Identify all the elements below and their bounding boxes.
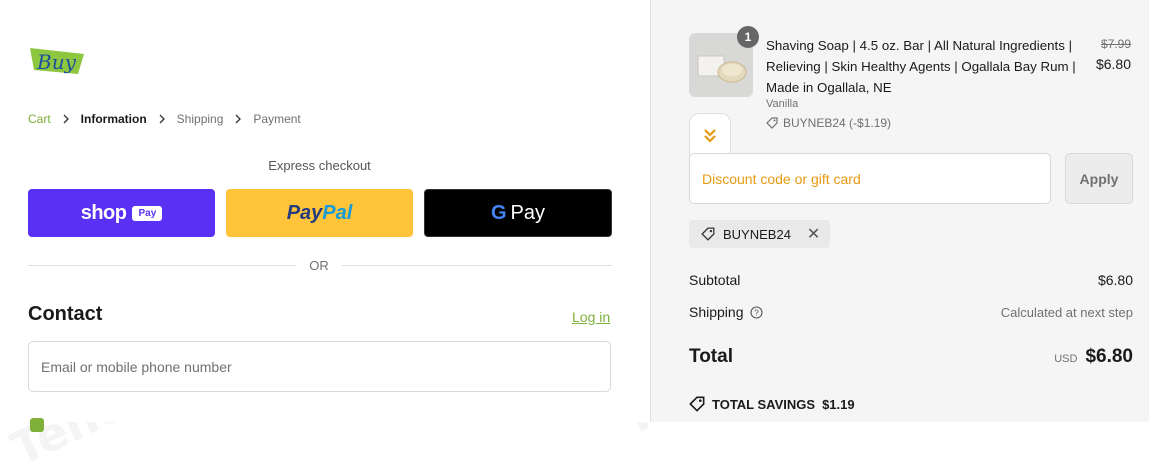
breadcrumb-shipping: Shipping — [176, 112, 224, 126]
double-chevron-down-icon — [704, 128, 716, 143]
shipping-label: Shipping — [689, 304, 744, 320]
google-pay-text: Pay — [510, 201, 546, 224]
paypal-logo-part2: Pal — [322, 201, 353, 224]
product-discount: BUYNEB24 (-$1.19) — [766, 116, 891, 130]
chevron-right-icon — [235, 114, 242, 124]
chevron-right-icon — [159, 114, 165, 124]
remove-discount-icon[interactable]: ✕ — [807, 224, 820, 244]
collapse-toggle[interactable] — [689, 113, 731, 157]
login-link[interactable]: Log in — [572, 309, 610, 325]
total-savings-label: TOTAL SAVINGS — [712, 396, 816, 412]
breadcrumb: Cart Information Shipping Payment — [28, 112, 301, 126]
total-savings: TOTAL SAVINGS $1.19 — [689, 396, 855, 412]
express-checkout-label: Express checkout — [268, 158, 371, 173]
subtotal-value: $6.80 — [1097, 272, 1133, 288]
total-currency: USD — [1054, 353, 1078, 365]
product-variant: Vanilla — [766, 98, 799, 110]
breadcrumb-cart[interactable]: Cart — [28, 112, 51, 126]
breadcrumb-payment: Payment — [253, 112, 301, 126]
help-icon[interactable]: ? — [749, 305, 763, 319]
tag-icon — [689, 396, 705, 412]
svg-text:?: ? — [754, 308, 759, 317]
order-summary: 1 Shaving Soap | 4.5 oz. Bar | All Natur… — [650, 0, 1149, 422]
google-g-icon: G — [490, 201, 507, 224]
shipping-label-wrap: Shipping ? — [689, 304, 763, 320]
email-field[interactable] — [28, 341, 611, 392]
quantity-badge: 1 — [737, 26, 759, 48]
discount-code-field[interactable] — [689, 153, 1051, 204]
total-value-wrap: USD $6.80 — [1054, 346, 1133, 368]
marketing-checkbox[interactable] — [30, 418, 44, 432]
breadcrumb-information: Information — [80, 112, 147, 126]
checkout-main: Buy Cart Information Shipping Payment Ex… — [0, 0, 650, 432]
shop-pay-button[interactable]: shop Pay — [28, 189, 215, 237]
shipping-row: Shipping ? Calculated at next step — [689, 304, 1133, 320]
total-label: Total — [689, 346, 733, 367]
tag-icon — [701, 227, 715, 241]
contact-heading: Contact — [28, 303, 103, 325]
price-discounted: $6.80 — [1095, 56, 1131, 72]
product-title: Shaving Soap | 4.5 oz. Bar | All Natural… — [766, 38, 1076, 95]
applied-discount-code: BUYNEB24 — [723, 226, 791, 242]
paypal-logo-part1: Pay — [286, 201, 323, 224]
chevron-right-icon — [63, 114, 69, 124]
subtotal-label: Subtotal — [689, 272, 741, 288]
or-separator: OR — [309, 258, 329, 273]
product-discount-text: BUYNEB24 (-$1.19) — [783, 116, 892, 130]
shipping-value: Calculated at next step — [1000, 304, 1133, 320]
divider — [28, 265, 296, 266]
subtotal-row: Subtotal $6.80 — [689, 272, 1133, 288]
shop-pay-logo-text: shop — [80, 201, 127, 224]
applied-discount-chip: BUYNEB24 ✕ — [689, 220, 831, 248]
logo-text: Buy — [36, 50, 77, 74]
total-row: Total USD $6.80 — [689, 346, 1133, 368]
paypal-button[interactable]: Pay Pal — [226, 189, 413, 237]
divider — [342, 265, 612, 266]
store-logo[interactable]: Buy — [28, 44, 88, 78]
price-original: $7.99 — [1100, 37, 1131, 51]
total-savings-value: $1.19 — [822, 396, 855, 412]
tag-icon — [766, 117, 778, 129]
apply-discount-button[interactable]: Apply — [1065, 153, 1133, 204]
google-pay-button[interactable]: G Pay — [424, 189, 612, 237]
total-value: $6.80 — [1085, 346, 1133, 367]
shop-pay-badge: Pay — [132, 205, 163, 221]
